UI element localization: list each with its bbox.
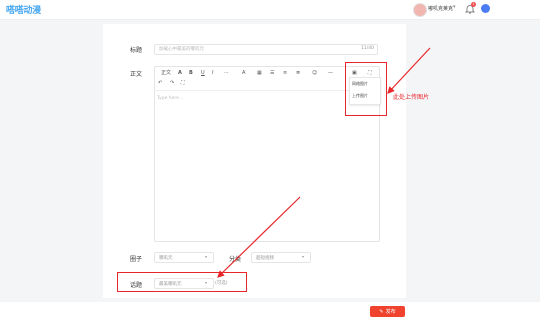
pencil-icon (483, 13, 488, 18)
align-icon[interactable]: ≣ (296, 70, 300, 76)
body-label: 正文 (130, 71, 143, 78)
bulleted-list-icon[interactable]: ☰ (270, 70, 274, 76)
topic-label: 话题 (130, 282, 143, 289)
underline-icon[interactable]: U (201, 70, 205, 76)
redo-icon[interactable]: ↷ (170, 80, 174, 86)
divider-icon[interactable]: — (328, 70, 333, 76)
title-label: 标题 (130, 47, 143, 54)
numbered-list-icon[interactable]: ≡ (283, 70, 287, 76)
site-logo[interactable]: 嗒嗒动漫 (6, 3, 41, 16)
annotation-note: 此处上传图片 (393, 94, 430, 101)
category-select-value: 超短视频 (256, 256, 274, 261)
chevron-down-icon: ▾ (205, 254, 208, 259)
editor-placeholder: Type here... (157, 96, 184, 101)
topic-select-value: 最美嘟叽元 (159, 282, 182, 287)
top-bar: 嗒嗒动漫 嘟叽克莱克 ▾ 1 (0, 0, 540, 20)
circle-select-value: 嘟叽元 (159, 256, 173, 261)
image-upload-highlight (345, 62, 387, 116)
publish-label: 发布 (385, 309, 396, 315)
font-size-icon[interactable]: A (178, 70, 182, 76)
create-post-button[interactable] (481, 4, 490, 18)
publish-button[interactable]: ✎ 发布 (370, 306, 405, 317)
background-color-icon[interactable]: ▦ (257, 70, 262, 76)
chevron-down-icon[interactable]: ▾ (453, 4, 456, 10)
user-avatar[interactable] (413, 3, 427, 17)
bold-icon[interactable]: B (189, 70, 193, 76)
expand-icon[interactable]: ⛶ (181, 80, 185, 86)
font-color-icon[interactable]: A (242, 70, 245, 76)
title-char-counter: 11/40 (361, 46, 374, 51)
title-placeholder: 加载心中最美的嘟叽元 (159, 47, 204, 52)
undo-icon[interactable]: ↶ (158, 80, 162, 86)
italic-icon[interactable]: I (212, 70, 213, 76)
chevron-down-icon: ▾ (302, 254, 305, 259)
notification-badge: 1 (471, 2, 476, 7)
bottom-bar (0, 302, 540, 320)
heading-select[interactable]: 正文 (161, 70, 171, 76)
emoji-icon[interactable]: ☺ (312, 70, 317, 76)
circle-label: 圈子 (130, 256, 143, 263)
pencil-icon: ✎ (379, 308, 384, 315)
chevron-down-icon: ▾ (205, 280, 208, 285)
username[interactable]: 嘟叽克莱克 (428, 5, 453, 12)
logo-text: 嗒嗒动漫 (6, 6, 41, 16)
more-icon[interactable]: ··· (224, 70, 229, 76)
category-label: 分类 (229, 256, 242, 263)
topic-optional-hint: (可选) (215, 281, 228, 286)
